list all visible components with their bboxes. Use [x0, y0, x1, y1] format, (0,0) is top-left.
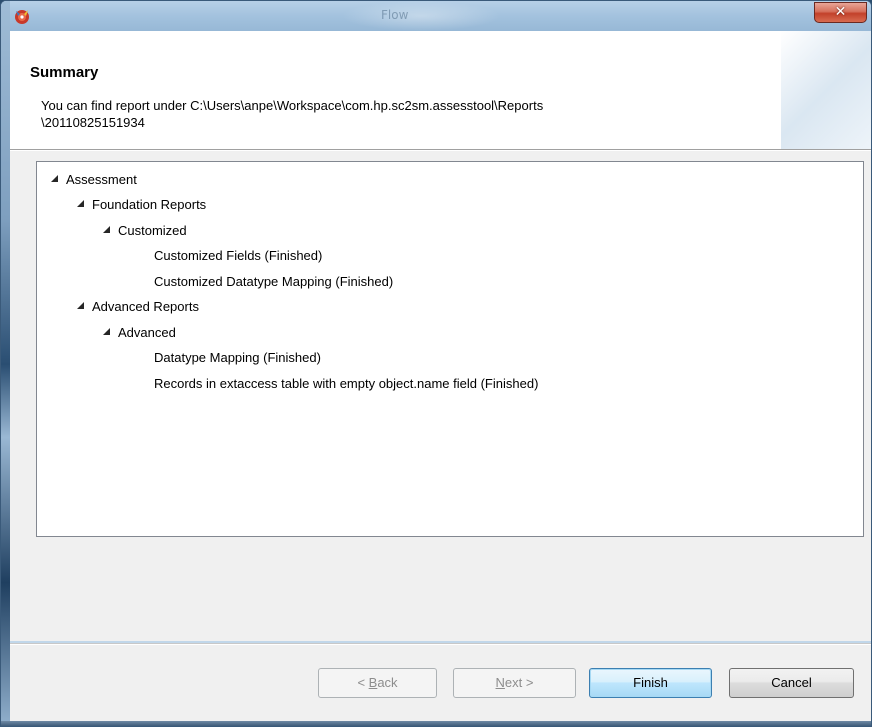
- tree-item-records-extaccess[interactable]: Records in extaccess table with empty ob…: [154, 372, 538, 396]
- close-button[interactable]: ✕: [814, 2, 867, 23]
- tree-expanded-arrow-icon[interactable]: [77, 200, 84, 208]
- tree-item-customized-fields[interactable]: Customized Fields (Finished): [154, 244, 322, 268]
- header-decoration: [781, 31, 871, 151]
- tree-item-customized-datatype-mapping[interactable]: Customized Datatype Mapping (Finished): [154, 270, 393, 294]
- page-description: You can find report under C:\Users\anpe\…: [41, 97, 761, 131]
- tree-item-foundation-reports[interactable]: Foundation Reports: [77, 193, 206, 217]
- cancel-button-label: Cancel: [771, 675, 812, 690]
- tree-item-label: Customized Fields (Finished): [154, 248, 323, 263]
- tree-item-customized[interactable]: Customized: [103, 219, 187, 243]
- back-button-label: ack: [377, 675, 398, 690]
- tree-item-label: Advanced: [118, 325, 176, 340]
- wizard-window: Flow ✕ Summary You can find report under…: [0, 0, 872, 727]
- description-line-2: \20110825151934: [41, 115, 145, 130]
- title-bar[interactable]: Flow ✕: [1, 1, 871, 31]
- next-button[interactable]: Next >: [453, 668, 576, 698]
- tree-expanded-arrow-icon[interactable]: [103, 328, 110, 336]
- tree-item-label: Customized Datatype Mapping (Finished): [154, 274, 394, 289]
- header-panel-top: [10, 31, 871, 58]
- window-frame-bottom: [1, 721, 871, 726]
- finish-button[interactable]: Finish: [589, 668, 712, 698]
- page-title: Summary: [30, 64, 99, 81]
- window-title: Flow: [381, 8, 409, 22]
- finish-button-label: Finish: [633, 675, 668, 690]
- app-logo-icon[interactable]: [13, 7, 31, 25]
- back-button[interactable]: < Back: [318, 668, 437, 698]
- description-line-1: You can find report under C:\Users\anpe\…: [41, 98, 544, 113]
- next-button-label: ext >: [504, 675, 534, 690]
- title-glass-highlight: [341, 1, 501, 31]
- next-button-mnemonic: N: [495, 675, 505, 690]
- tree-item-datatype-mapping[interactable]: Datatype Mapping (Finished): [154, 346, 321, 370]
- tree-item-label: Foundation Reports: [92, 197, 207, 212]
- tree-item-label: Customized: [118, 223, 187, 238]
- tree-expanded-arrow-icon[interactable]: [103, 226, 110, 234]
- window-frame-left: [1, 1, 10, 726]
- back-button-prefix: <: [357, 675, 369, 690]
- tree-item-assessment[interactable]: Assessment: [51, 168, 137, 192]
- tree-expanded-arrow-icon[interactable]: [77, 302, 84, 310]
- cancel-button[interactable]: Cancel: [729, 668, 854, 698]
- tree-item-label: Datatype Mapping (Finished): [154, 350, 321, 365]
- tree-item-advanced-reports[interactable]: Advanced Reports: [77, 295, 199, 319]
- tree-item-label: Assessment: [66, 172, 137, 187]
- close-icon: ✕: [834, 4, 847, 20]
- tree-item-label: Advanced Reports: [92, 299, 199, 314]
- tree-item-advanced[interactable]: Advanced: [103, 321, 176, 345]
- tree-item-label: Records in extaccess table with empty ob…: [154, 376, 539, 391]
- report-tree[interactable]: Assessment Foundation Reports Customized…: [36, 161, 864, 537]
- tree-expanded-arrow-icon[interactable]: [51, 175, 58, 183]
